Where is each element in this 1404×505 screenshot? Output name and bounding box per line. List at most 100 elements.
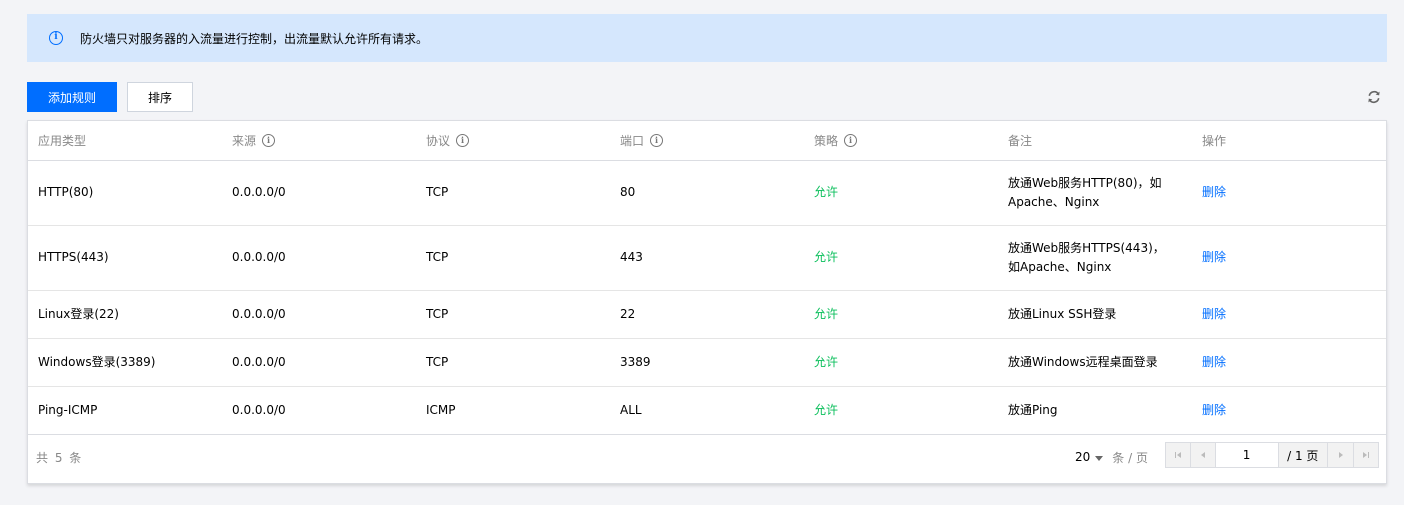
cell-port: 443 xyxy=(620,250,643,264)
table-cell: 删除 xyxy=(1192,338,1386,387)
next-page-button[interactable] xyxy=(1328,443,1353,467)
cell-protocol: TCP xyxy=(426,250,449,264)
table-cell: 3389 xyxy=(610,338,804,387)
rules-table-card: 应用类型 来源 i 协议 i 端口 i 策略 i 备注 操作 HTTP(80) 0.0.0.0/0 TC… xyxy=(27,120,1387,484)
pagination: / 1 页 xyxy=(1165,442,1379,468)
delete-link[interactable]: 删除 xyxy=(1202,403,1226,417)
table-cell: 允许 xyxy=(804,160,998,226)
cell-note: 放通Linux SSH登录 xyxy=(1008,306,1117,321)
column-header-label: 应用类型 xyxy=(38,133,87,148)
table-cell: 允许 xyxy=(804,386,998,435)
cell-source: 0.0.0.0/0 xyxy=(232,306,286,321)
cell-source: 0.0.0.0/0 xyxy=(232,185,286,199)
delete-link[interactable]: 删除 xyxy=(1202,185,1226,199)
cell-note: 放通Windows远程桌面登录 xyxy=(1008,354,1158,369)
cell-source: 0.0.0.0/0 xyxy=(232,402,286,417)
help-icon[interactable]: i xyxy=(456,133,470,147)
refresh-icon[interactable] xyxy=(1366,89,1382,105)
cell-app-type: HTTPS(443) xyxy=(38,250,109,264)
table-cell: 0.0.0.0/0 xyxy=(222,338,416,387)
delete-link[interactable]: 删除 xyxy=(1202,307,1226,321)
column-header: 备注 xyxy=(998,121,1192,161)
table-cell: 放通Web服务HTTP(80)，如Apache、Nginx xyxy=(998,160,1192,226)
column-header-inner: 协议 i xyxy=(426,132,610,149)
page-number-input[interactable] xyxy=(1214,443,1279,467)
table-cell: 443 xyxy=(610,225,804,291)
sort-button[interactable]: 排序 xyxy=(127,82,193,112)
table-cell: TCP xyxy=(416,160,610,226)
help-icon[interactable]: i xyxy=(844,133,858,147)
table-row: Linux登录(22) 0.0.0.0/0 TCP 22 允许 放通Linux SSH登录… xyxy=(28,290,1386,339)
column-header-inner: 操作 xyxy=(1202,132,1386,149)
page-size-value: 20 xyxy=(1075,450,1091,464)
table-cell: ICMP xyxy=(416,386,610,435)
table-cell: 0.0.0.0/0 xyxy=(222,386,416,435)
table-cell: 80 xyxy=(610,160,804,226)
delete-link[interactable]: 删除 xyxy=(1202,355,1226,369)
cell-source: 0.0.0.0/0 xyxy=(232,250,286,264)
column-header-inner: 端口 i xyxy=(620,132,804,149)
next-buttons-group xyxy=(1327,443,1378,467)
column-header-inner: 应用类型 xyxy=(38,132,222,149)
column-header-inner: 策略 i xyxy=(814,132,998,149)
cell-protocol: TCP xyxy=(426,354,449,369)
table-cell: 删除 xyxy=(1192,290,1386,339)
first-page-button[interactable] xyxy=(1166,443,1190,467)
table-cell: 0.0.0.0/0 xyxy=(222,225,416,291)
page-size-dropdown[interactable]: 20 xyxy=(1075,450,1104,464)
cell-port: 3389 xyxy=(620,354,651,369)
cell-note: 放通Web服务HTTP(80)，如Apache、Nginx xyxy=(1008,175,1162,209)
cell-port: 80 xyxy=(620,185,636,199)
help-icon[interactable]: i xyxy=(650,133,664,147)
cell-app-type: Windows登录(3389) xyxy=(38,354,156,369)
table-cell: Ping-ICMP xyxy=(28,386,222,435)
rules-table: 应用类型 来源 i 协议 i 端口 i 策略 i 备注 操作 HTTP(80) 0.0.0.0/0 TC… xyxy=(28,121,1386,435)
table-cell: 0.0.0.0/0 xyxy=(222,160,416,226)
cell-protocol: TCP xyxy=(426,306,449,321)
table-cell: 删除 xyxy=(1192,160,1386,226)
cell-app-type: HTTP(80) xyxy=(38,185,94,199)
table-cell: Linux登录(22) xyxy=(28,290,222,339)
table-row: HTTP(80) 0.0.0.0/0 TCP 80 允许 放通Web服务HTTP(80)，… xyxy=(28,160,1386,226)
table-cell: TCP xyxy=(416,225,610,291)
cell-app-type: Linux登录(22) xyxy=(38,306,119,321)
info-notice: i 防火墙只对服务器的入流量进行控制，出流量默认允许所有请求。 xyxy=(27,14,1387,62)
cell-policy: 允许 xyxy=(814,354,839,369)
prev-page-button[interactable] xyxy=(1190,443,1214,467)
help-icon[interactable]: i xyxy=(262,133,276,147)
cell-note: 放通Web服务HTTPS(443)，如Apache、Nginx xyxy=(1008,240,1165,274)
add-rule-button[interactable]: 添加规则 xyxy=(27,82,117,112)
info-icon: i xyxy=(49,31,63,45)
table-cell: 22 xyxy=(610,290,804,339)
caret-down-icon xyxy=(1095,455,1104,461)
column-header-label: 来源 xyxy=(232,133,257,148)
table-cell: 放通Linux SSH登录 xyxy=(998,290,1192,339)
last-page-button[interactable] xyxy=(1353,443,1378,467)
table-cell: 放通Windows远程桌面登录 xyxy=(998,338,1192,387)
column-header: 协议 i xyxy=(416,121,610,161)
table-cell: 0.0.0.0/0 xyxy=(222,290,416,339)
table-cell: ALL xyxy=(610,386,804,435)
table-row: Windows登录(3389) 0.0.0.0/0 TCP 3389 允许 放通Windo… xyxy=(28,338,1386,387)
table-row: HTTPS(443) 0.0.0.0/0 TCP 443 允许 放通Web服务HTTPS(… xyxy=(28,225,1386,291)
prev-page-icon xyxy=(1200,452,1205,458)
total-pages: / 1 页 xyxy=(1287,448,1319,463)
cell-policy: 允许 xyxy=(814,402,839,417)
table-header-row: 应用类型 来源 i 协议 i 端口 i 策略 i 备注 操作 xyxy=(28,121,1386,161)
table-cell: 允许 xyxy=(804,338,998,387)
column-header-label: 备注 xyxy=(1008,133,1033,148)
page-size-selector[interactable]: 20 条 / 页 xyxy=(1075,449,1148,466)
cell-protocol: ICMP xyxy=(426,402,456,417)
first-page-icon xyxy=(1175,452,1182,458)
cell-policy: 允许 xyxy=(814,250,839,264)
delete-link[interactable]: 删除 xyxy=(1202,250,1226,264)
cell-port: 22 xyxy=(620,306,636,321)
last-page-icon xyxy=(1363,452,1369,458)
table-cell: 删除 xyxy=(1192,225,1386,291)
next-page-icon xyxy=(1338,452,1343,458)
column-header-label: 操作 xyxy=(1202,133,1227,148)
cell-policy: 允许 xyxy=(814,185,839,199)
table-cell: HTTP(80) xyxy=(28,160,222,226)
table-cell: 删除 xyxy=(1192,386,1386,435)
total-count: 共 5 条 xyxy=(36,450,82,465)
